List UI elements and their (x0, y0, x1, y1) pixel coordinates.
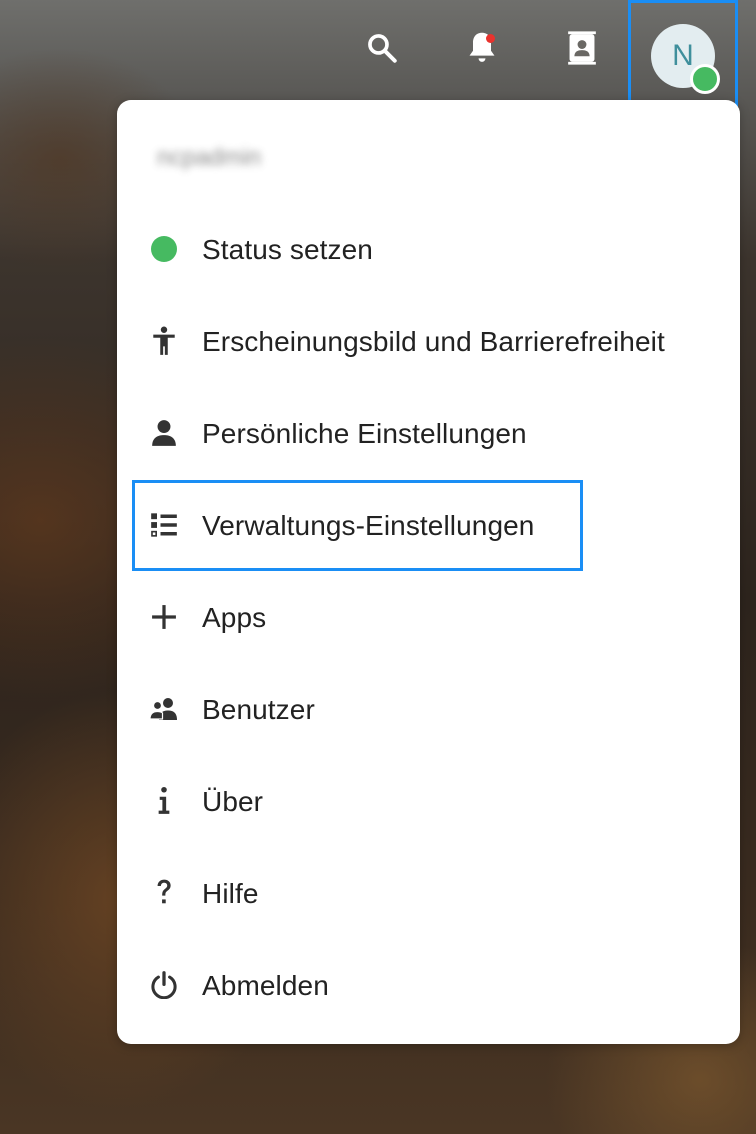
avatar-initial: N (672, 38, 694, 72)
menu-item-users[interactable]: Benutzer (117, 668, 740, 748)
menu-item-label: Verwaltungs-Einstellungen (202, 510, 535, 541)
power-icon (149, 970, 179, 1000)
user-icon (149, 418, 179, 448)
menu-item-label: Persönliche Einstellungen (202, 418, 527, 449)
menu-item-set-status[interactable]: Status setzen (117, 208, 740, 288)
menu-item-label: Erscheinungsbild und Barrierefreiheit (202, 326, 665, 357)
search-icon (368, 34, 397, 63)
menu-item-label: Apps (202, 602, 267, 633)
menu-item-about[interactable]: Über (117, 760, 740, 840)
menu-item-admin-settings[interactable]: Verwaltungs-Einstellungen (117, 484, 740, 564)
accessibility-icon (149, 326, 179, 356)
menu-item-apps[interactable]: Apps (117, 576, 740, 656)
user-menu-dropdown: ncpadmin Status setzen Erscheinungsbild … (117, 100, 740, 1044)
contacts-button[interactable] (552, 18, 612, 78)
top-header: N (0, 0, 756, 109)
notifications-button[interactable] (452, 18, 512, 78)
menu-item-label: Hilfe (202, 878, 259, 909)
info-icon (149, 786, 179, 816)
menu-item-label: Abmelden (202, 970, 329, 1001)
notification-badge (486, 34, 495, 43)
online-status-indicator (690, 63, 720, 94)
avatar: N (651, 23, 720, 94)
menu-item-label: Über (202, 786, 264, 817)
menu-item-label: Status setzen (202, 234, 373, 265)
menu-username: ncpadmin (157, 144, 262, 171)
menu-item-help[interactable]: Hilfe (117, 852, 740, 932)
menu-item-personal-settings[interactable]: Persönliche Einstellungen (117, 392, 740, 472)
users-icon (149, 694, 179, 724)
contacts-icon (568, 31, 596, 65)
menu-item-logout[interactable]: Abmelden (117, 944, 740, 1024)
admin-settings-icon (149, 510, 179, 540)
user-menu-toggle[interactable]: N (628, 0, 738, 109)
search-button[interactable] (352, 18, 412, 78)
menu-item-appearance-accessibility[interactable]: Erscheinungsbild und Barrierefreiheit (117, 300, 740, 380)
plus-icon (149, 602, 179, 632)
status-dot-icon (149, 234, 179, 264)
menu-item-label: Benutzer (202, 694, 315, 725)
help-icon (149, 878, 179, 908)
